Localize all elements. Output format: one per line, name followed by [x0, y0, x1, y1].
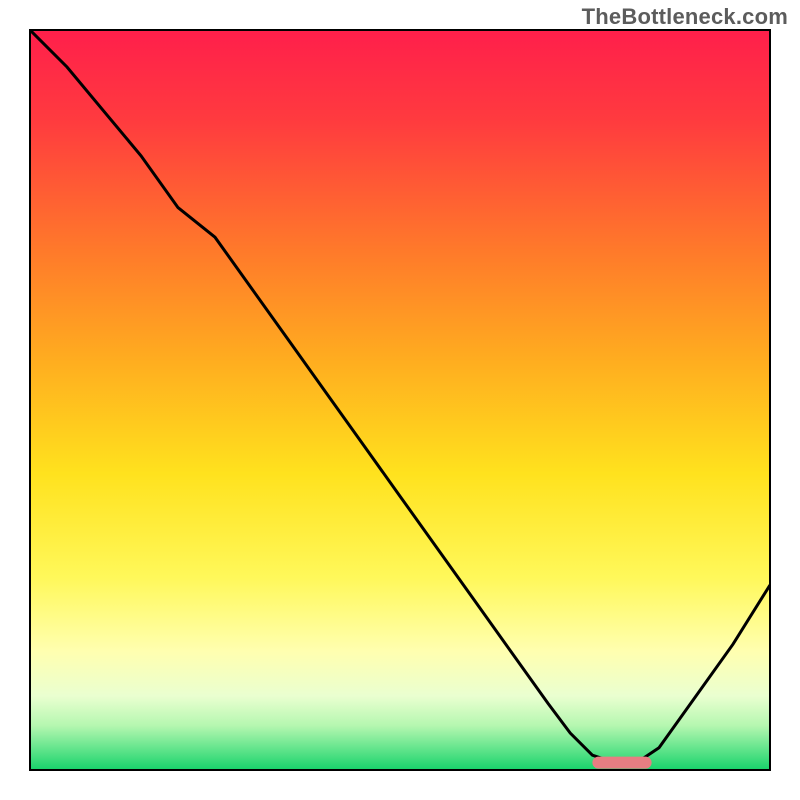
chart-container: TheBottleneck.com: [0, 0, 800, 800]
bottleneck-chart: [0, 0, 800, 800]
optimum-marker: [592, 757, 651, 769]
gradient-background: [30, 30, 770, 770]
